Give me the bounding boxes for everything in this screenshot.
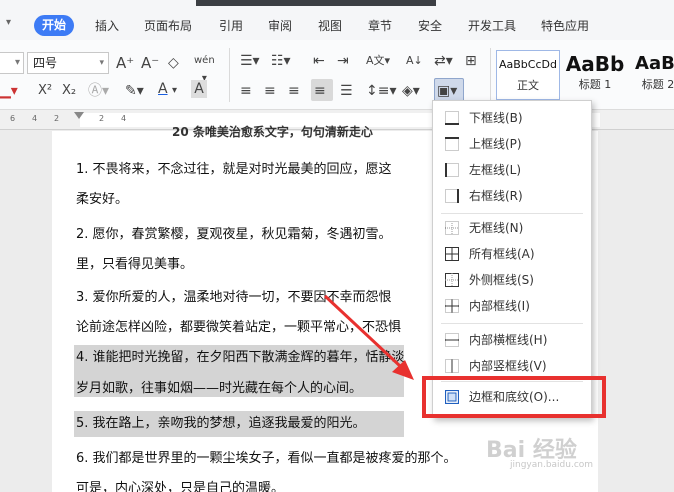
tab-page-layout[interactable]: 页面布局 xyxy=(144,16,192,36)
ruler-tick: 6 xyxy=(10,114,16,123)
menu-divider xyxy=(441,323,583,324)
tab-security[interactable]: 安全 xyxy=(418,16,442,36)
paragraph-line: 柔安好。 xyxy=(76,192,129,207)
align-left-icon[interactable]: ≡ xyxy=(240,82,252,100)
shrink-font-button[interactable]: A⁻ xyxy=(141,54,159,72)
border-button[interactable]: ▣▾ xyxy=(437,82,457,100)
left-border-icon xyxy=(445,163,459,177)
tab-chapter[interactable]: 章节 xyxy=(368,16,392,36)
superscript-button[interactable]: X² xyxy=(38,82,52,100)
menu-item-right-border[interactable]: 右框线(R) xyxy=(433,183,591,209)
ruler-tick: 4 xyxy=(121,114,127,123)
eraser-icon[interactable]: ◇ xyxy=(168,54,179,72)
outside-borders-icon xyxy=(445,273,459,287)
menu-item-all-borders[interactable]: 所有框线(A) xyxy=(433,241,591,267)
underline-color-button[interactable]: ▁▾ xyxy=(0,82,18,100)
tab-special-apps[interactable]: 特色应用 xyxy=(541,16,589,36)
style-normal[interactable]: AaBbCcDd 正文 xyxy=(496,50,560,100)
paragraph-line: 可是，内心深处，只是自己的温暖。 xyxy=(76,481,285,492)
style-heading-1[interactable]: AaBb 标题 1 xyxy=(562,50,628,100)
top-border-icon xyxy=(445,137,459,151)
ruler-tick: 2 xyxy=(99,114,105,123)
ribbon-tab-bar: ▾ 开始 插入 页面布局 引用 审阅 视图 章节 安全 开发工具 特色应用 xyxy=(0,0,674,40)
subscript-button[interactable]: X₂ xyxy=(62,82,76,100)
numbering-icon[interactable]: ☷▾ xyxy=(271,52,291,70)
inside-horizontal-border-icon xyxy=(445,333,459,347)
paragraph-line: 1. 不畏将来，不念过往，就是对时光最美的回应，愿这 xyxy=(76,162,392,177)
menu-item-outside-borders[interactable]: 外侧框线(S) xyxy=(433,267,591,293)
table-grid-icon[interactable]: ⊞ xyxy=(465,52,477,70)
style-heading-2[interactable]: AaBl 标题 2 xyxy=(628,50,674,100)
tab-home[interactable]: 开始 xyxy=(34,15,75,36)
menu-item-inside-horizontal[interactable]: 内部横框线(H) xyxy=(433,327,591,353)
paragraph-line: 6. 我们都是世界里的一颗尘埃女子，看似一直都是被疼爱的那个。 xyxy=(76,451,457,466)
chevron-down-icon[interactable]: ▾ xyxy=(172,82,177,100)
font-size-select[interactable]: 四号 ▾ xyxy=(27,52,109,74)
border-dropdown-menu: 下框线(B) 上框线(P) 左框线(L) 右框线(R) 无框线(N) 所有框线(… xyxy=(432,100,592,418)
show-marks-icon[interactable]: ⇄▾ xyxy=(434,52,453,70)
no-border-icon xyxy=(445,221,459,235)
align-center-icon[interactable]: ≡ xyxy=(264,82,276,100)
paragraph-line: 5. 我在路上，亲吻我的梦想，追逐我最爱的阳光。 xyxy=(76,416,366,431)
decrease-indent-icon[interactable]: ⇤ xyxy=(313,52,325,70)
menu-item-left-border[interactable]: 左框线(L) xyxy=(433,157,591,183)
align-right-icon[interactable]: ≡ xyxy=(288,82,300,100)
inside-borders-icon xyxy=(445,299,459,313)
document-title-partial: 20 条唯美治愈系文字，句句清新走心 xyxy=(172,125,373,139)
paragraph-line: 2. 愿你，春赏繁樱，夏观夜星，秋见霜菊，冬遇初雪。 xyxy=(76,227,392,242)
highlight-annotation-box xyxy=(422,376,606,418)
paint-bucket-icon[interactable]: ◈▾ xyxy=(402,82,420,100)
paragraph-line: 岁月如歌，往事如烟——时光藏在每个人的心间。 xyxy=(76,381,363,396)
watermark-url: jingyan.baidu.com xyxy=(510,460,594,470)
tab-developer-tools[interactable]: 开发工具 xyxy=(468,16,516,36)
sort-button[interactable]: A↓ xyxy=(406,52,423,70)
ruler-tick: 4 xyxy=(32,114,38,123)
menu-item-bottom-border[interactable]: 下框线(B) xyxy=(433,105,591,131)
paragraph-line: 里，只看得见美事。 xyxy=(76,257,194,272)
bottom-border-icon xyxy=(445,111,459,125)
bullets-icon[interactable]: ☰▾ xyxy=(240,52,260,70)
title-bar-segment xyxy=(196,0,436,6)
right-border-icon xyxy=(445,189,459,203)
tab-review[interactable]: 审阅 xyxy=(268,16,292,36)
chevron-down-icon: ▾ xyxy=(99,58,104,68)
grow-font-button[interactable]: A⁺ xyxy=(116,54,134,72)
ruler-tick: 2 xyxy=(54,114,60,123)
increase-indent-icon[interactable]: ⇥ xyxy=(337,52,349,70)
highlight-button[interactable]: ✎▾ xyxy=(125,82,144,100)
tab-references[interactable]: 引用 xyxy=(219,16,243,36)
line-spacing-icon[interactable]: ↕≡▾ xyxy=(366,82,397,100)
paragraph-line: 4. 谁能把时光挽留，在夕阳西下散满金辉的暮年，恬静淡 xyxy=(76,350,405,365)
paragraph-line: 论前途怎样凶险，都要微笑着站定，一颗平常心，不恐惧 xyxy=(76,320,402,335)
menu-item-no-border[interactable]: 无框线(N) xyxy=(433,215,591,241)
wps-writer-window: ▾ 开始 插入 页面布局 引用 审阅 视图 章节 安全 开发工具 特色应用 ▾ … xyxy=(0,0,674,492)
divider xyxy=(490,48,491,102)
char-shading-button[interactable]: A xyxy=(191,80,207,98)
indent-marker[interactable] xyxy=(74,112,84,119)
inside-vertical-border-icon xyxy=(445,359,459,373)
font-name-select[interactable]: ▾ xyxy=(0,52,24,74)
font-color-button[interactable]: A xyxy=(158,80,168,98)
paragraph-line: 3. 爱你所爱的人，温柔地对待一切，不要因不幸而怨恨 xyxy=(76,290,392,305)
text-effect-button[interactable]: Ⓐ▾ xyxy=(88,82,109,100)
tab-insert[interactable]: 插入 xyxy=(95,16,119,36)
tab-view[interactable]: 视图 xyxy=(318,16,342,36)
menu-divider xyxy=(441,213,583,214)
menu-item-top-border[interactable]: 上框线(P) xyxy=(433,131,591,157)
chinese-layout-button[interactable]: A文▾ xyxy=(366,52,390,70)
distributed-icon[interactable]: ☰ xyxy=(340,82,353,100)
menu-chevron-icon[interactable]: ▾ xyxy=(6,17,11,28)
justify-icon[interactable]: ≡ xyxy=(314,82,326,100)
divider xyxy=(229,48,230,102)
menu-item-inside-borders[interactable]: 内部框线(I) xyxy=(433,293,591,319)
all-borders-icon xyxy=(445,247,459,261)
